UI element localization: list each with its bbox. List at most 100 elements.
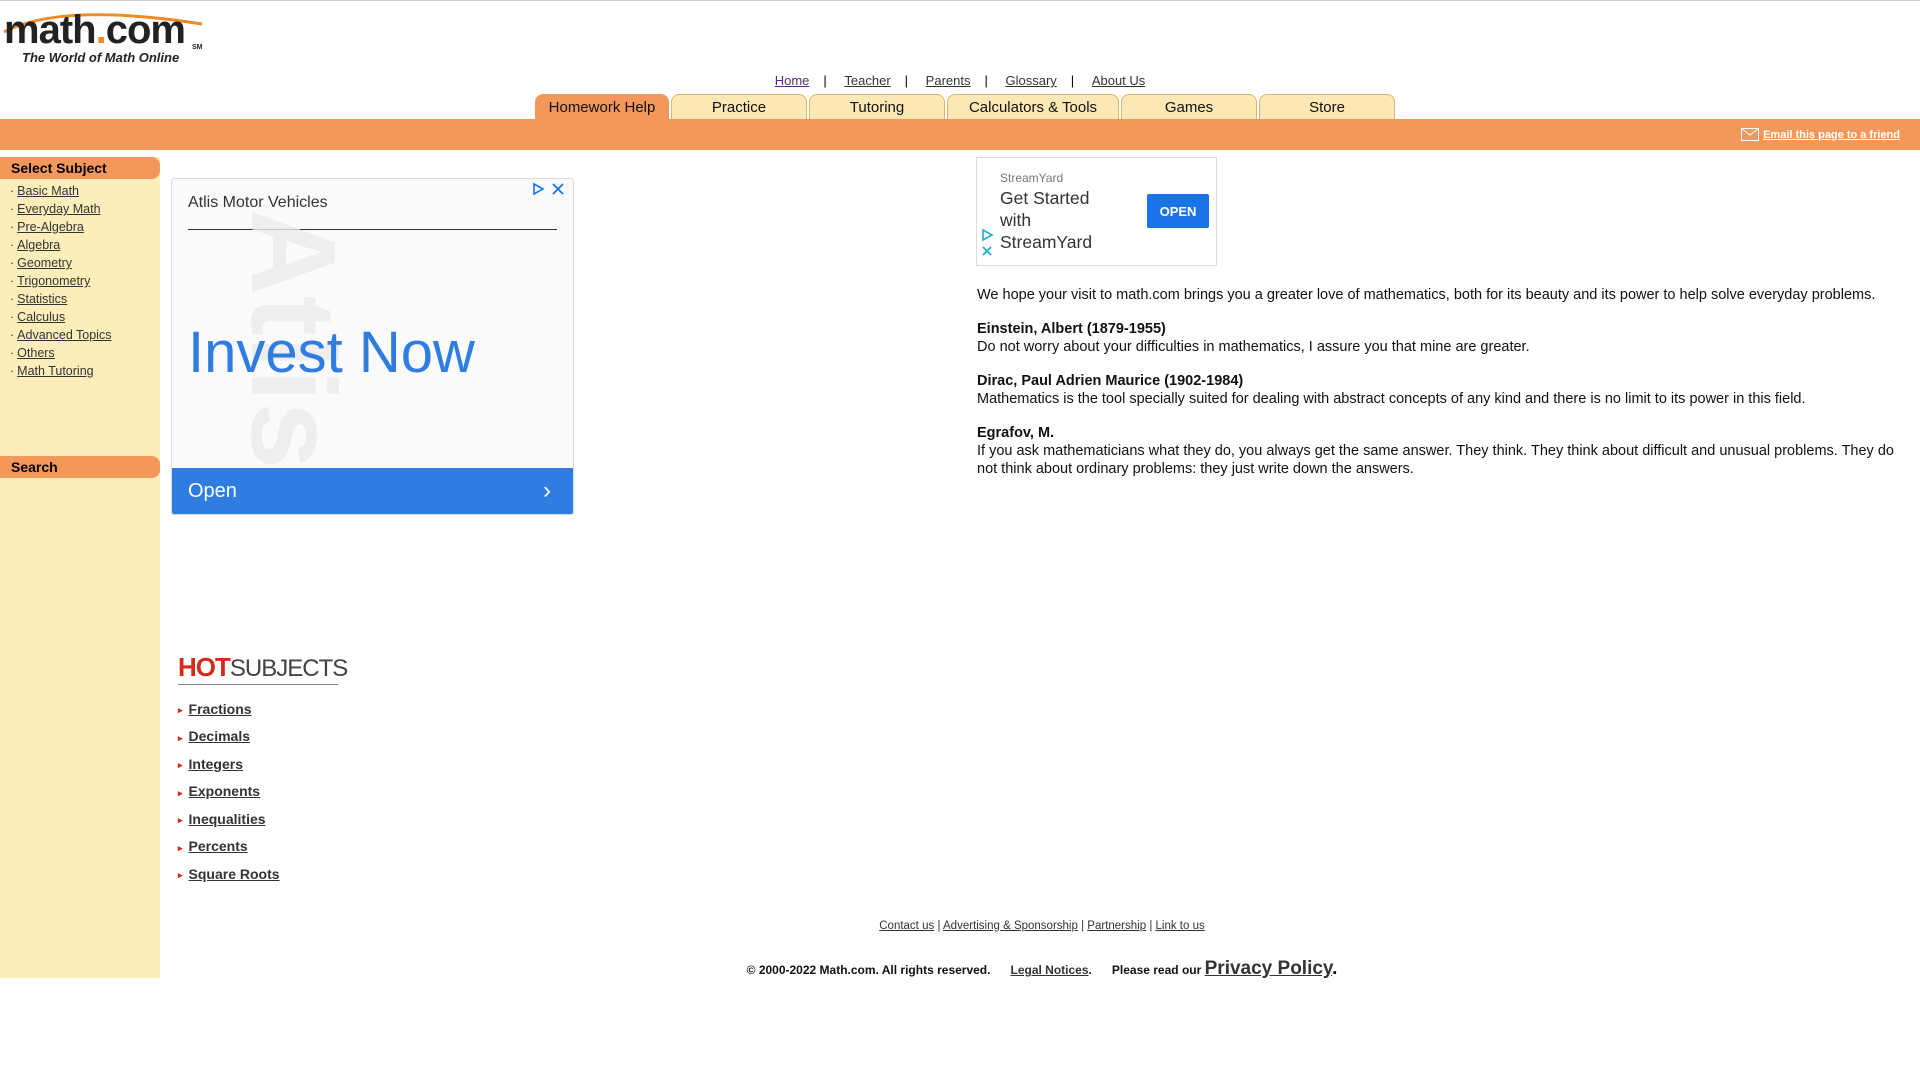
please-read-text: Please read our bbox=[1111, 963, 1202, 977]
list-item: · Geometry bbox=[10, 254, 160, 272]
close-ad-icon[interactable] bbox=[551, 182, 565, 196]
hot-fractions-link[interactable]: Fractions bbox=[189, 701, 252, 717]
nav-home-link[interactable]: Home bbox=[775, 73, 810, 88]
list-item: · Everyday Math bbox=[10, 200, 160, 218]
arrow-icon: ▸ bbox=[178, 787, 183, 798]
list-item: ▸ Square Roots bbox=[178, 860, 347, 888]
hot-subjects-underline bbox=[178, 684, 338, 685]
nav-separator: | bbox=[1070, 73, 1075, 88]
list-item: · Pre-Algebra bbox=[10, 218, 160, 236]
arrow-icon: ▸ bbox=[178, 815, 183, 826]
footer-separator: | bbox=[1081, 920, 1085, 932]
ad-open-button[interactable]: OPEN bbox=[1147, 194, 1209, 228]
hot-square-roots-link[interactable]: Square Roots bbox=[189, 866, 280, 882]
subject-everyday-math-link[interactable]: Everyday Math bbox=[17, 202, 100, 216]
hot-decimals-link[interactable]: Decimals bbox=[189, 728, 250, 744]
quote-author: Dirac, Paul Adrien Maurice (1902-1984) bbox=[977, 373, 1244, 389]
email-friend-link[interactable]: Email this page to a friend bbox=[1741, 128, 1900, 141]
bullet: · bbox=[10, 184, 15, 198]
ad-open-button[interactable]: Open › bbox=[172, 468, 573, 514]
subject-advanced-topics-link[interactable]: Advanced Topics bbox=[17, 328, 111, 342]
legal-period: . bbox=[1088, 963, 1092, 977]
atlis-ad[interactable]: Atlis Motor Vehicles Atlis Invest Now Op… bbox=[171, 178, 574, 515]
hot-percents-link[interactable]: Percents bbox=[189, 838, 248, 854]
ad-brand: StreamYard bbox=[1000, 171, 1064, 185]
subject-basic-math-link[interactable]: Basic Math bbox=[17, 184, 79, 198]
bullet: · bbox=[10, 346, 15, 360]
bullet: · bbox=[10, 202, 15, 216]
ad-choices bbox=[980, 228, 994, 258]
subject-math-tutoring-link[interactable]: Math Tutoring bbox=[17, 364, 93, 378]
close-ad-icon[interactable] bbox=[980, 244, 994, 258]
list-item: ▸ Exponents bbox=[178, 778, 347, 806]
subject-geometry-link[interactable]: Geometry bbox=[17, 256, 72, 270]
hot-subjects: HOTSUBJECTS ▸ Fractions ▸ Decimals ▸ Intege… bbox=[178, 652, 348, 888]
ad-choices bbox=[531, 182, 565, 196]
subject-sidebar: Select Subject · Basic Math · Everyday Mat… bbox=[0, 157, 160, 978]
hot-integers-link[interactable]: Integers bbox=[189, 756, 243, 772]
logo-wordmark: math.com bbox=[4, 8, 186, 52]
bullet: · bbox=[10, 274, 15, 288]
search-section: Search bbox=[0, 456, 160, 478]
arrow-icon: ▸ bbox=[178, 842, 183, 853]
list-item: · Statistics bbox=[10, 290, 160, 308]
hot-inequalities-link[interactable]: Inequalities bbox=[189, 811, 266, 827]
footer-partnership-link[interactable]: Partnership bbox=[1087, 920, 1146, 932]
tab-games[interactable]: Games bbox=[1121, 94, 1257, 119]
list-item: · Others bbox=[10, 344, 160, 362]
logo-service-mark: SM bbox=[192, 44, 203, 51]
nav-glossary-link[interactable]: Glossary bbox=[1006, 73, 1057, 88]
envelope-icon bbox=[1741, 128, 1760, 141]
arrow-icon: ▸ bbox=[178, 760, 183, 771]
main-content: We hope your visit to math.com brings yo… bbox=[977, 286, 1907, 494]
main-tabs: Homework Help Practice Tutoring Calculat… bbox=[535, 94, 1395, 119]
quote-author: Egrafov, M. bbox=[977, 425, 1055, 441]
subject-statistics-link[interactable]: Statistics bbox=[17, 292, 67, 306]
nav-about-link[interactable]: About Us bbox=[1092, 73, 1145, 88]
hot-word: HOT bbox=[178, 652, 231, 682]
chevron-right-icon: › bbox=[543, 477, 551, 504]
nav-teacher-link[interactable]: Teacher bbox=[844, 73, 890, 88]
footer-links: Contact us | Advertising & Sponsorship |… bbox=[0, 920, 1920, 932]
footer-link-to-us-link[interactable]: Link to us bbox=[1156, 920, 1205, 932]
hot-exponents-link[interactable]: Exponents bbox=[189, 783, 261, 799]
privacy-policy-link[interactable]: Privacy Policy bbox=[1205, 958, 1332, 979]
bullet: · bbox=[10, 220, 15, 234]
tab-homework-help[interactable]: Homework Help bbox=[535, 94, 669, 119]
hot-subjects-list: ▸ Fractions ▸ Decimals ▸ Integers ▸ Exponent… bbox=[178, 695, 347, 888]
footer-contact-link[interactable]: Contact us bbox=[879, 920, 934, 932]
streamyard-ad[interactable]: StreamYard Get Started with StreamYard O… bbox=[976, 157, 1217, 266]
ad-open-label: Open bbox=[188, 480, 237, 502]
search-header: Search bbox=[0, 456, 160, 478]
arrow-icon: ▸ bbox=[178, 705, 183, 716]
nav-separator: | bbox=[984, 73, 988, 88]
nav-separator: | bbox=[823, 73, 827, 88]
arrow-icon: ▸ bbox=[178, 732, 183, 743]
list-item: · Basic Math bbox=[10, 182, 160, 200]
footer-separator: | bbox=[1149, 920, 1153, 932]
bullet: · bbox=[10, 328, 15, 342]
subject-calculus-link[interactable]: Calculus bbox=[17, 310, 65, 324]
subject-others-link[interactable]: Others bbox=[17, 346, 55, 360]
quote: Einstein, Albert (1879-1955) Do not worry… bbox=[977, 320, 1907, 356]
list-item: ▸ Integers bbox=[178, 750, 347, 778]
nav-parents-link[interactable]: Parents bbox=[926, 73, 971, 88]
subject-pre-algebra-link[interactable]: Pre-Algebra bbox=[17, 220, 84, 234]
subject-algebra-link[interactable]: Algebra bbox=[17, 238, 60, 252]
legal-notices-link[interactable]: Legal Notices bbox=[1011, 963, 1089, 977]
subject-trigonometry-link[interactable]: Trigonometry bbox=[17, 274, 90, 288]
tab-tutoring[interactable]: Tutoring bbox=[809, 94, 945, 119]
ad-headline: Invest Now bbox=[188, 320, 475, 385]
adchoices-icon[interactable] bbox=[980, 228, 994, 242]
list-item: ▸ Fractions bbox=[178, 695, 347, 723]
list-item: · Calculus bbox=[10, 308, 160, 326]
tab-calculators-tools[interactable]: Calculators & Tools bbox=[947, 94, 1119, 119]
tab-practice[interactable]: Practice bbox=[671, 94, 807, 119]
list-item: · Advanced Topics bbox=[10, 326, 160, 344]
email-friend-label: Email this page to a friend bbox=[1763, 128, 1900, 141]
bullet: · bbox=[10, 310, 15, 324]
tab-store[interactable]: Store bbox=[1259, 94, 1395, 119]
adchoices-icon[interactable] bbox=[531, 182, 545, 196]
mathcom-logo[interactable]: math.com SM The World of Math Online bbox=[2, 8, 203, 68]
footer-advertising-link[interactable]: Advertising & Sponsorship bbox=[943, 920, 1078, 932]
